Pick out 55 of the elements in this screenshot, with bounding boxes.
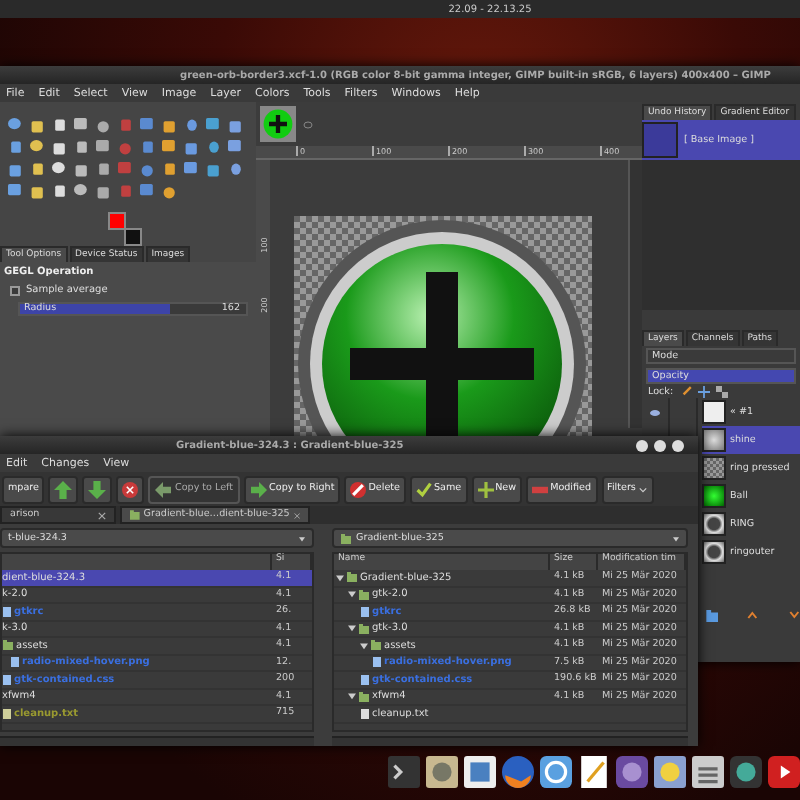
folder-icon [346, 572, 358, 583]
background-color-swatch[interactable] [124, 228, 142, 246]
toolbar-button[interactable] [116, 475, 145, 503]
toolbar-button[interactable] [82, 475, 113, 503]
brush-icon[interactable] [679, 386, 692, 398]
folder-icon [340, 533, 352, 543]
folder-icon [358, 623, 370, 634]
terminal-icon[interactable] [388, 756, 420, 788]
folder-icon [358, 589, 370, 600]
orb-thumbnail-icon[interactable] [260, 106, 296, 142]
scrollbar[interactable] [332, 736, 688, 746]
folder-icon [2, 640, 14, 651]
up-caret-icon[interactable] [746, 610, 760, 620]
checker-icon[interactable] [715, 386, 728, 398]
down-arrow-icon [88, 479, 107, 499]
checkbox[interactable] [10, 285, 20, 295]
image-thumbnail [642, 122, 678, 158]
layer-thumbnail [702, 512, 726, 536]
notepad-icon[interactable] [578, 756, 610, 788]
file-icon [360, 605, 370, 618]
folder-icon[interactable] [706, 610, 719, 622]
stop-icon [122, 481, 139, 497]
calculator-icon[interactable] [692, 756, 724, 788]
no-entry-icon [350, 481, 367, 497]
scrollbar[interactable] [0, 736, 314, 746]
caret-icon [298, 535, 306, 541]
layer-thumbnail [702, 484, 726, 508]
foreground-color-swatch[interactable] [108, 212, 126, 230]
caret-icon [637, 485, 648, 493]
layer-thumbnail [702, 540, 726, 564]
caret-icon [672, 535, 680, 541]
up-arrow-icon [54, 479, 73, 499]
left-arrow-icon [154, 481, 173, 497]
camera-icon[interactable] [730, 756, 762, 788]
plus-icon [477, 481, 494, 497]
file-icon [2, 605, 12, 618]
folder-icon [358, 691, 370, 702]
picture-icon[interactable] [464, 756, 496, 788]
swirl-icon[interactable] [540, 756, 572, 788]
folder-icon [130, 510, 140, 520]
toolbar-button[interactable] [48, 475, 79, 503]
file-icon [2, 707, 12, 720]
down-caret-icon[interactable] [787, 610, 800, 620]
check-icon [415, 481, 432, 497]
right-arrow-icon [249, 481, 268, 497]
layer-thumbnail [702, 428, 726, 452]
layer-thumbnail [702, 456, 726, 480]
minus-icon [532, 481, 549, 497]
file-icon [360, 707, 370, 720]
move-icon[interactable] [697, 386, 710, 398]
folder-icon [370, 640, 382, 651]
app-icon[interactable] [616, 756, 648, 788]
scrollbar[interactable] [628, 160, 642, 428]
layer-thumbnail [702, 400, 726, 424]
play-icon[interactable] [768, 756, 800, 788]
